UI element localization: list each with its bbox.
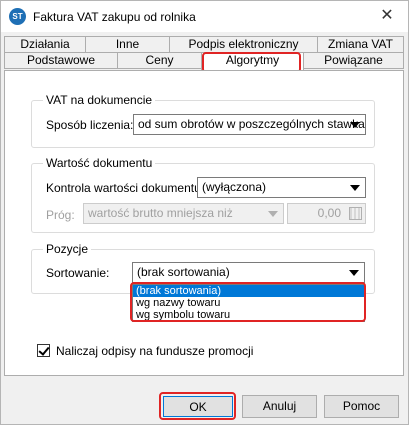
vat-method-label: Sposób liczenia: [46, 118, 134, 132]
chevron-down-icon [348, 263, 360, 282]
sort-select[interactable]: (brak sortowania) [132, 262, 365, 283]
help-button[interactable]: Pomoc [324, 395, 399, 418]
value-control-select[interactable]: (wyłączona) [197, 177, 366, 198]
threshold-amount-field[interactable]: 0,00 [287, 203, 366, 224]
vat-group-legend: VAT na dokumencie [43, 93, 156, 107]
threshold-amount-value: 0,00 [317, 206, 341, 220]
close-icon[interactable]: ✕ [373, 5, 401, 27]
ok-button[interactable]: OK [163, 396, 233, 417]
tab-algorytmy[interactable]: Algorytmy [201, 52, 304, 71]
threshold-label: Próg: [46, 208, 75, 222]
chevron-down-icon [349, 178, 361, 197]
chevron-down-icon [267, 204, 279, 223]
vat-method-select[interactable]: od sum obrotów w poszczególnych stawkach [133, 114, 366, 135]
tab-podstawowe[interactable]: Podstawowe [4, 52, 118, 69]
tab-inne[interactable]: Inne [85, 36, 170, 53]
dialog-window: ST Faktura VAT zakupu od rolnika ✕ Dział… [0, 0, 409, 425]
tab-dzialania[interactable]: Działania [4, 36, 86, 53]
chevron-down-icon [349, 115, 361, 134]
cancel-button[interactable]: Anuluj [242, 395, 317, 418]
tab-zmiana-vat[interactable]: Zmiana VAT [317, 36, 404, 53]
items-group-legend: Pozycje [43, 242, 92, 256]
tab-podpis-elektroniczny[interactable]: Podpis elektroniczny [169, 36, 318, 53]
sort-label: Sortowanie: [46, 266, 110, 280]
value-control-value: (wyłączona) [202, 180, 267, 194]
tab-ceny[interactable]: Ceny [117, 52, 202, 69]
threshold-type-value: wartość brutto mniejsza niż [88, 206, 233, 220]
window-title: Faktura VAT zakupu od rolnika [33, 10, 196, 24]
value-control-label: Kontrola wartości dokumentu: [46, 181, 205, 195]
tab-powiazane[interactable]: Powiązane [303, 52, 404, 69]
calculator-icon[interactable] [349, 207, 362, 220]
promo-checkbox-label: Naliczaj odpisy na fundusze promocji [56, 344, 254, 358]
sort-option-symbol[interactable]: wg symbolu towaru [133, 309, 364, 321]
vat-method-value: od sum obrotów w poszczególnych stawkach [138, 117, 366, 131]
sort-dropdown-list: (brak sortowania) wg nazwy towaru wg sym… [132, 284, 365, 322]
sort-option-none[interactable]: (brak sortowania) [133, 285, 364, 297]
title-bar: ST Faktura VAT zakupu od rolnika ✕ [1, 1, 408, 32]
sort-option-name[interactable]: wg nazwy towaru [133, 297, 364, 309]
threshold-type-select[interactable]: wartość brutto mniejsza niż [83, 203, 284, 224]
promo-checkbox[interactable] [37, 344, 50, 357]
app-logo-icon: ST [9, 8, 26, 25]
document-value-legend: Wartość dokumentu [43, 156, 156, 170]
sort-value: (brak sortowania) [137, 265, 230, 279]
